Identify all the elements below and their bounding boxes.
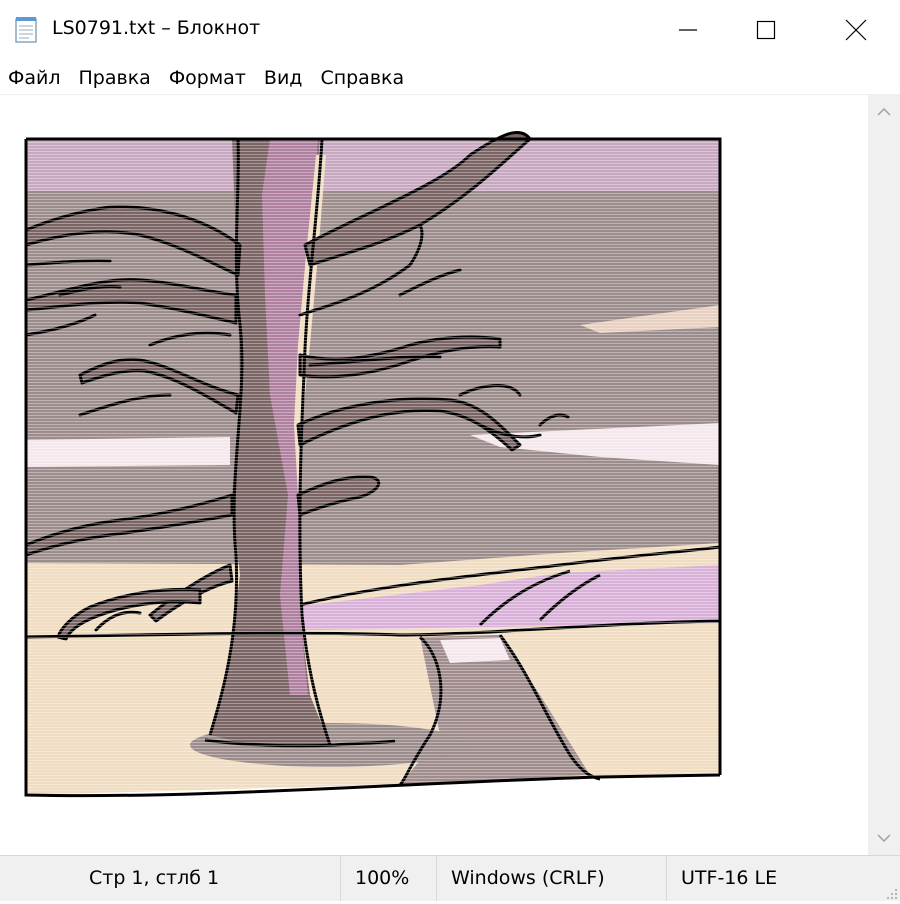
scroll-up-button[interactable] (868, 95, 900, 129)
menu-view[interactable]: Вид (255, 63, 312, 93)
maximize-button[interactable] (738, 0, 794, 60)
scroll-down-button[interactable] (868, 821, 900, 855)
status-bar: Стр 1, стлб 1 100% Windows (CRLF) UTF-16… (0, 855, 900, 901)
text-editor-area[interactable] (0, 95, 868, 855)
ascii-art-tree-image (24, 130, 722, 798)
menu-bar: Файл Правка Формат Вид Справка (0, 62, 900, 95)
menu-edit[interactable]: Правка (70, 63, 160, 93)
chevron-up-icon (877, 107, 891, 116)
menu-help[interactable]: Справка (311, 63, 413, 93)
maximize-icon (756, 20, 776, 40)
menu-file[interactable]: Файл (0, 63, 70, 93)
title-bar: LS0791.txt – Блокнот (0, 0, 900, 62)
close-icon (845, 19, 867, 41)
status-line-endings: Windows (CRLF) (436, 856, 666, 901)
window-title: LS0791.txt – Блокнот (52, 17, 261, 39)
chevron-down-icon (877, 834, 891, 843)
vertical-scrollbar[interactable] (868, 95, 900, 855)
menu-format[interactable]: Формат (160, 63, 255, 93)
minimize-icon (679, 29, 697, 31)
close-button[interactable] (828, 0, 884, 60)
status-cursor-position: Стр 1, стлб 1 (89, 867, 220, 889)
status-zoom: 100% (340, 856, 436, 901)
resize-grip-icon[interactable] (884, 885, 898, 900)
notepad-icon (14, 16, 40, 44)
status-encoding: UTF-16 LE (666, 856, 866, 901)
minimize-button[interactable] (660, 0, 716, 60)
